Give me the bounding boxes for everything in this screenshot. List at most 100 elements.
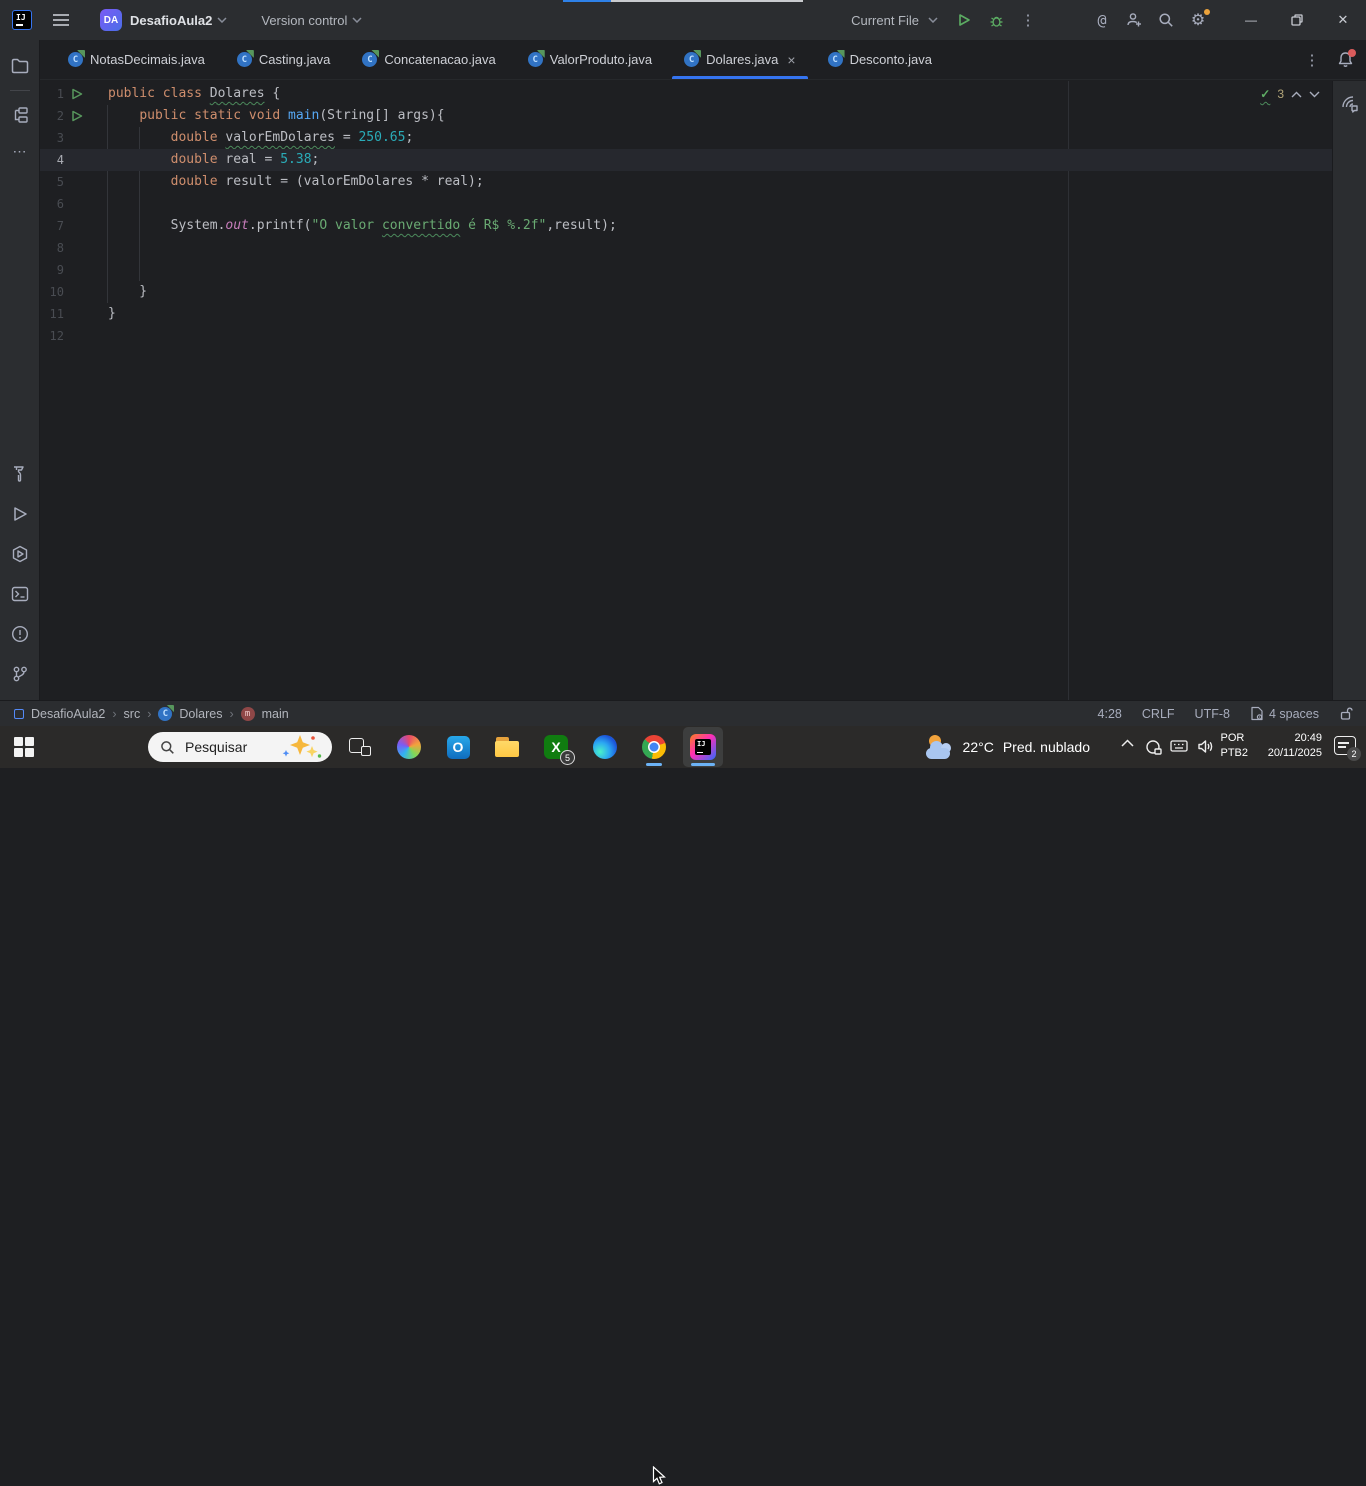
caret-position[interactable]: 4:28	[1098, 707, 1122, 721]
run-line-icon[interactable]	[71, 83, 91, 105]
tab-label: Desconto.java	[849, 52, 932, 67]
tab-label: NotasDecimais.java	[90, 52, 205, 67]
line-number[interactable]: 10	[40, 281, 64, 303]
line-number[interactable]: 12	[40, 325, 64, 347]
prev-problem-icon[interactable]	[1291, 91, 1302, 98]
inspections-count: 3	[1277, 87, 1284, 101]
xbox-button[interactable]: X 5	[536, 727, 576, 767]
line-number[interactable]: 3	[40, 127, 64, 149]
breadcrumb-method[interactable]: main	[262, 707, 289, 721]
line-number[interactable]: 2	[40, 105, 64, 127]
breadcrumb-class[interactable]: Dolares	[179, 707, 222, 721]
volume-icon[interactable]	[1197, 739, 1214, 754]
code-line-9[interactable]: 9	[40, 259, 1332, 281]
line-number[interactable]: 7	[40, 215, 64, 237]
code-editor[interactable]: 1 public class Dolares {2 public static v…	[40, 81, 1332, 700]
debug-button[interactable]	[980, 6, 1012, 34]
language-indicator[interactable]: POR PTB2	[1220, 731, 1248, 761]
close-tab-icon[interactable]: ×	[787, 52, 795, 68]
notification-center-button[interactable]: 2	[1332, 735, 1361, 761]
indent-setting[interactable]: 4 spaces	[1250, 706, 1319, 721]
project-chevron-down-icon[interactable]	[217, 17, 227, 23]
clock-widget[interactable]: 20:49 20/11/2025	[1268, 731, 1322, 761]
code-line-12[interactable]: 12	[40, 325, 1332, 347]
inspections-widget[interactable]: ✓ 3	[1260, 87, 1320, 101]
ai-assistant-tool-icon[interactable]	[1335, 89, 1365, 119]
edge-button[interactable]	[585, 727, 625, 767]
breadcrumb-project[interactable]: DesafioAula2	[31, 707, 105, 721]
main-menu-button[interactable]	[44, 6, 78, 34]
intellij-taskbar-button[interactable]: IJ	[683, 727, 723, 767]
git-tool-icon[interactable]	[0, 656, 40, 692]
run-tool-icon[interactable]	[0, 496, 40, 532]
window-minimize-button[interactable]: —	[1228, 0, 1274, 40]
outlook-button[interactable]: O	[438, 727, 478, 767]
tray-cast-icon[interactable]	[1145, 739, 1162, 755]
tab-concatenacao-java[interactable]: C Concatenacao.java	[346, 40, 511, 79]
file-encoding[interactable]: UTF-8	[1195, 707, 1230, 721]
tab-notasdecimais-java[interactable]: C NotasDecimais.java	[52, 40, 221, 79]
unlock-icon[interactable]	[1339, 706, 1354, 721]
notifications-bell-icon[interactable]	[1332, 47, 1358, 73]
run-button[interactable]	[948, 6, 980, 34]
tab-casting-java[interactable]: C Casting.java	[221, 40, 347, 79]
ai-assistant-icon[interactable]: @	[1086, 6, 1118, 34]
code-line-2[interactable]: 2 public static void main(String[] args)…	[40, 105, 1332, 127]
more-actions-button[interactable]: ⋮	[1012, 6, 1044, 34]
java-class-icon: C	[236, 50, 254, 67]
start-button[interactable]	[14, 737, 34, 757]
code-line-7[interactable]: 7 System.out.printf("O valor convertido …	[40, 215, 1332, 237]
settings-gear-icon[interactable]: ⚙	[1182, 6, 1214, 34]
project-tool-icon[interactable]	[0, 48, 40, 84]
line-number[interactable]: 6	[40, 193, 64, 215]
window-restore-button[interactable]	[1274, 0, 1320, 40]
code-line-1[interactable]: 1 public class Dolares {	[40, 83, 1332, 105]
touch-keyboard-icon[interactable]	[1170, 739, 1188, 753]
structure-tool-icon[interactable]	[0, 97, 40, 133]
project-name[interactable]: DesafioAula2	[130, 13, 212, 28]
code-line-3[interactable]: 3 double valorEmDolares = 250.65;	[40, 127, 1332, 149]
problems-tool-icon[interactable]	[0, 616, 40, 652]
code-line-8[interactable]: 8	[40, 237, 1332, 259]
next-problem-icon[interactable]	[1309, 91, 1320, 98]
taskbar-search-box[interactable]: Pesquisar	[148, 732, 332, 762]
run-configuration-selector[interactable]: Current File	[851, 13, 919, 28]
version-control-chevron-down-icon[interactable]	[352, 17, 362, 23]
more-tool-windows-icon[interactable]: ⋯	[0, 133, 40, 169]
line-separator[interactable]: CRLF	[1142, 707, 1175, 721]
file-explorer-button[interactable]	[487, 727, 527, 767]
task-view-button[interactable]	[340, 727, 380, 767]
line-number[interactable]: 5	[40, 171, 64, 193]
chrome-button[interactable]	[634, 727, 674, 767]
code-line-6[interactable]: 6	[40, 193, 1332, 215]
tab-valorproduto-java[interactable]: C ValorProduto.java	[512, 40, 668, 79]
line-number[interactable]: 8	[40, 237, 64, 259]
code-line-11[interactable]: 11}	[40, 303, 1332, 325]
run-line-icon[interactable]	[71, 105, 91, 127]
java-class-icon: C	[684, 50, 702, 67]
services-tool-icon[interactable]	[0, 536, 40, 572]
run-config-chevron-down-icon[interactable]	[928, 17, 938, 23]
line-number[interactable]: 4	[40, 149, 64, 171]
code-line-10[interactable]: 10 }	[40, 281, 1332, 303]
tray-show-hidden-icons[interactable]	[1121, 739, 1134, 747]
breadcrumb-src[interactable]: src	[124, 707, 141, 721]
code-with-me-icon[interactable]	[1118, 6, 1150, 34]
weather-widget[interactable]: 22°C Pred. nublado	[925, 726, 1090, 768]
tab-options-icon[interactable]: ⋮	[1300, 51, 1324, 69]
line-number[interactable]: 1	[40, 83, 64, 105]
window-close-button[interactable]: ✕	[1320, 0, 1366, 40]
line-number[interactable]: 9	[40, 259, 64, 281]
build-tool-icon[interactable]	[0, 456, 40, 492]
terminal-tool-icon[interactable]	[0, 576, 40, 612]
version-control-menu[interactable]: Version control	[261, 13, 347, 28]
copilot-button[interactable]	[389, 727, 429, 767]
code-line-5[interactable]: 5 double result = (valorEmDolares * real…	[40, 171, 1332, 193]
search-everywhere-icon[interactable]	[1150, 6, 1182, 34]
mouse-cursor	[652, 1466, 666, 1485]
tab-dolares-java[interactable]: C Dolares.java ×	[668, 40, 811, 79]
code-line-4[interactable]: 4 double real = 5.38;	[40, 149, 1332, 171]
line-number[interactable]: 11	[40, 303, 64, 325]
tab-desconto-java[interactable]: C Desconto.java	[812, 40, 948, 79]
